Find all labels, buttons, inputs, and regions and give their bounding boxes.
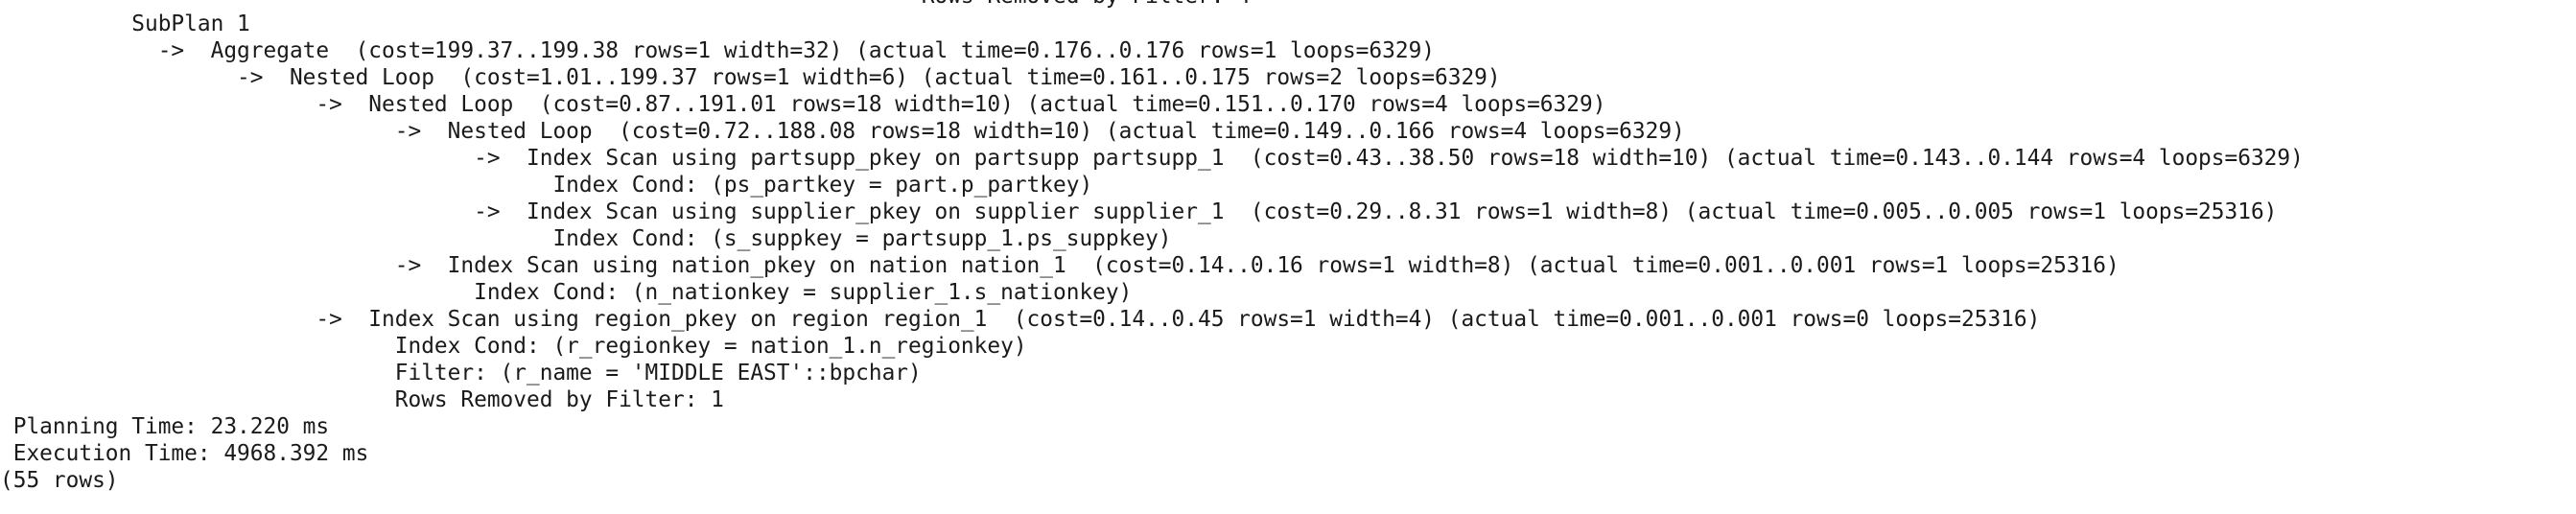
index-scan-node: -> Index Scan using partsupp_pkey on par…	[0, 146, 2304, 171]
aggregate-node: -> Aggregate (cost=199.37..199.38 rows=1…	[0, 38, 1436, 63]
index-cond-line: Index Cond: (s_suppkey = partsupp_1.ps_s…	[0, 226, 1172, 251]
subplan-header: SubPlan 1	[0, 12, 250, 36]
index-cond-line: Index Cond: (r_regionkey = nation_1.n_re…	[0, 334, 1027, 359]
terminal-output: Rows Removed by Filter: 4 SubPlan 1 -> A…	[0, 0, 2576, 514]
index-scan-node: -> Index Scan using nation_pkey on natio…	[0, 253, 2119, 278]
filter-line: Filter: (r_name = 'MIDDLE EAST'::bpchar)	[0, 361, 922, 386]
nested-loop-node: -> Nested Loop (cost=1.01..199.37 rows=1…	[0, 65, 1501, 90]
execution-time-line: Execution Time: 4968.392 ms	[0, 441, 369, 466]
index-scan-node: -> Index Scan using region_pkey on regio…	[0, 307, 2041, 332]
row-count-line: (55 rows)	[0, 468, 119, 493]
nested-loop-node: -> Nested Loop (cost=0.87..191.01 rows=1…	[0, 92, 1606, 117]
rows-removed-line: Rows Removed by Filter: 1	[0, 387, 724, 412]
nested-loop-node: -> Nested Loop (cost=0.72..188.08 rows=1…	[0, 119, 1685, 144]
planning-time-line: Planning Time: 23.220 ms	[0, 414, 330, 439]
index-cond-line: Index Cond: (n_nationkey = supplier_1.s_…	[0, 280, 1133, 305]
index-scan-node: -> Index Scan using supplier_pkey on sup…	[0, 199, 2278, 224]
clipped-output-line: Rows Removed by Filter: 4	[0, 0, 1251, 10]
index-cond-line: Index Cond: (ps_partkey = part.p_partkey…	[0, 173, 1093, 198]
